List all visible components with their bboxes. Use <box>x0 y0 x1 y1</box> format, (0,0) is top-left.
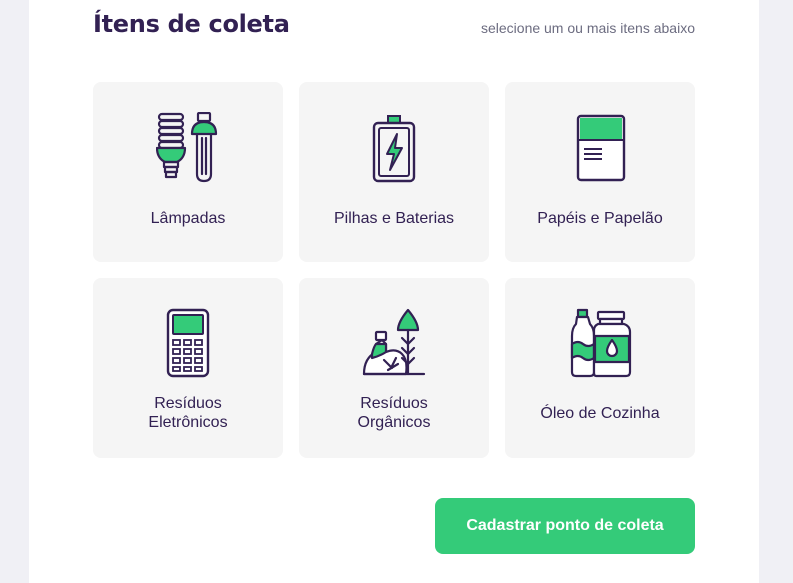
item-label: Resíduos Orgânicos <box>299 394 489 432</box>
item-label: Resíduos Eletrônicos <box>93 394 283 432</box>
submit-button[interactable]: Cadastrar ponto de coleta <box>435 498 695 554</box>
item-label: Pilhas e Baterias <box>333 210 455 227</box>
section-title: Ítens de coleta <box>93 10 290 38</box>
item-label-line: Resíduos <box>154 395 222 412</box>
item-card-paper[interactable]: Papéis e Papelão <box>505 82 695 262</box>
item-card-lamps[interactable]: Lâmpadas <box>93 82 283 262</box>
item-card-cooking-oil[interactable]: Óleo de Cozinha <box>505 278 695 458</box>
paper-icon <box>568 112 632 184</box>
item-label-line: Orgânicos <box>357 414 431 431</box>
organic-waste-icon <box>362 308 426 380</box>
electronics-icon <box>156 308 220 380</box>
item-card-electronics[interactable]: Resíduos Eletrônicos <box>93 278 283 458</box>
item-label: Papéis e Papelão <box>537 210 663 227</box>
cooking-oil-icon <box>568 308 632 380</box>
battery-icon <box>362 112 426 184</box>
item-label-line: Eletrônicos <box>148 414 228 431</box>
item-label: Óleo de Cozinha <box>540 405 660 422</box>
item-card-batteries[interactable]: Pilhas e Baterias <box>299 82 489 262</box>
item-label-line: Resíduos <box>360 395 428 412</box>
section-subtitle: selecione um ou mais itens abaixo <box>480 20 695 36</box>
lamps-icon <box>156 112 220 184</box>
item-card-organic[interactable]: Resíduos Orgânicos <box>299 278 489 458</box>
item-label: Lâmpadas <box>150 210 226 227</box>
items-grid: Lâmpadas Pilhas e Baterias Papéis e Pape… <box>93 82 695 458</box>
